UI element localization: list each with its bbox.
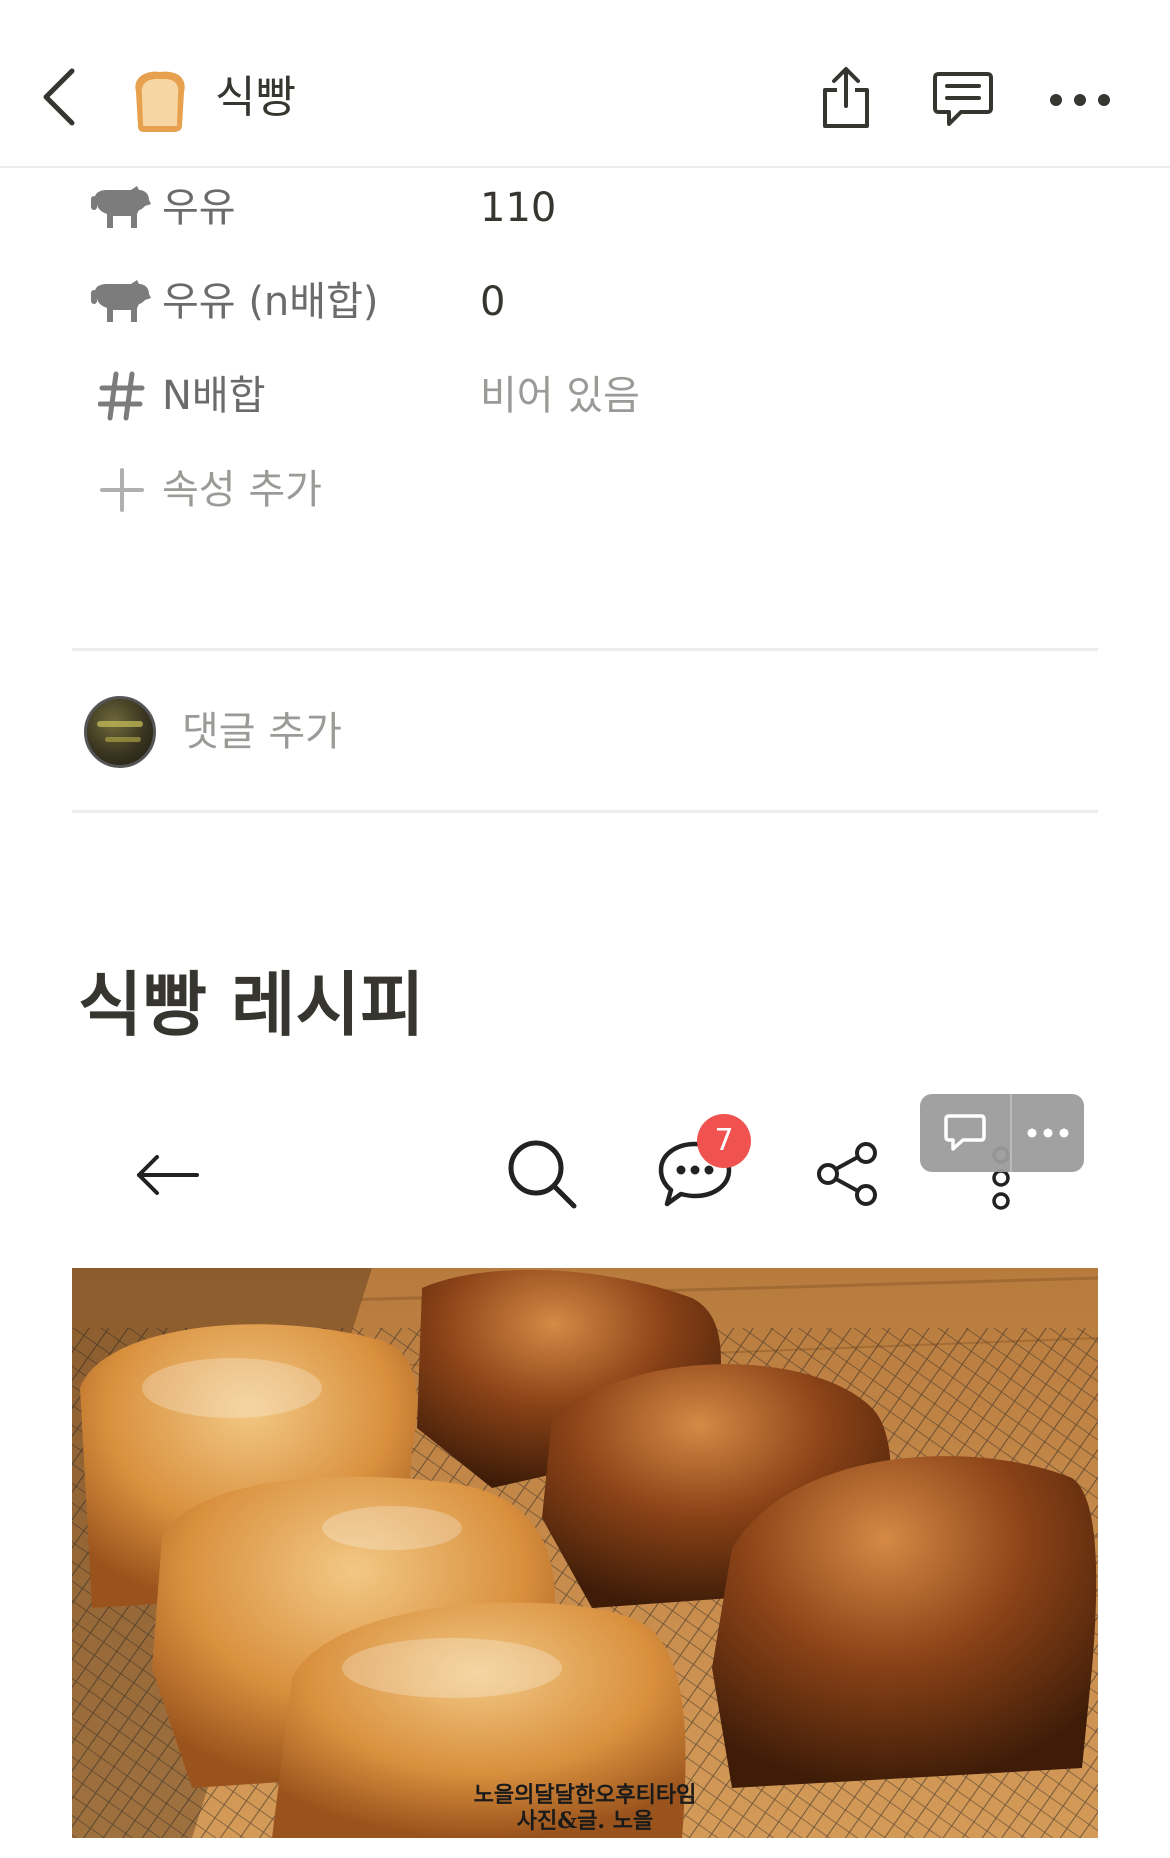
block-more-button[interactable]	[1012, 1094, 1084, 1172]
bread-photo[interactable]: 노을의달달한오후티타임 사진&글. 노을	[72, 1268, 1098, 1838]
comments-icon	[933, 72, 993, 126]
block-comment-button[interactable]	[920, 1094, 1010, 1172]
property-value-empty[interactable]: 비어 있음	[480, 368, 640, 424]
viewer-back-button[interactable]	[130, 1140, 206, 1210]
share-button[interactable]	[810, 58, 882, 138]
viewer-search-button[interactable]	[500, 1132, 584, 1216]
property-value[interactable]: 0	[480, 274, 505, 330]
divider	[72, 810, 1098, 813]
add-property-button[interactable]: 속성 추가	[80, 440, 1100, 540]
property-label: 우유 (n배합)	[162, 279, 379, 325]
arrow-left-icon	[137, 1155, 199, 1195]
add-property-label: 속성 추가	[162, 467, 322, 513]
property-value[interactable]: 110	[480, 180, 556, 236]
block-action-pill	[920, 1094, 1084, 1172]
caption-line: 노을의달달한오후티타임	[473, 1782, 697, 1808]
divider	[72, 648, 1098, 651]
comment-count-badge: 7	[697, 1114, 751, 1168]
comment-icon	[944, 1114, 986, 1151]
bread-icon[interactable]	[128, 66, 192, 134]
hash-icon	[90, 368, 154, 424]
chevron-left-icon	[43, 68, 75, 126]
property-row-milk-n[interactable]: 우유 (n배합) 0	[80, 252, 1100, 352]
more-icon	[1050, 94, 1110, 106]
more-icon	[1027, 1128, 1069, 1138]
cow-icon	[90, 180, 154, 236]
property-row-n-ratio[interactable]: N배합 비어 있음	[80, 346, 1100, 446]
caption-line: 사진&글. 노을	[516, 1808, 654, 1834]
share-nodes-icon	[817, 1142, 877, 1206]
comments-button[interactable]	[925, 62, 1001, 138]
property-row-milk[interactable]: 우유 110	[80, 158, 1100, 258]
property-label: 우유	[162, 185, 236, 231]
comment-input[interactable]: 댓글 추가	[182, 700, 342, 764]
plus-icon	[90, 462, 154, 518]
property-label: N배합	[162, 373, 266, 419]
viewer-share-button[interactable]	[810, 1134, 886, 1214]
back-button[interactable]	[30, 62, 90, 132]
search-icon	[508, 1140, 577, 1209]
section-heading: 식빵 레시피	[78, 964, 425, 1046]
page-title: 식빵	[215, 72, 296, 123]
top-bar: 식빵	[0, 0, 1170, 168]
bread-image	[72, 1268, 1098, 1838]
photo-caption: 노을의달달한오후티타임 사진&글. 노을	[72, 1782, 1098, 1834]
cow-icon	[90, 274, 154, 330]
avatar	[84, 696, 156, 768]
more-button[interactable]	[1040, 70, 1120, 130]
share-icon	[823, 67, 869, 128]
